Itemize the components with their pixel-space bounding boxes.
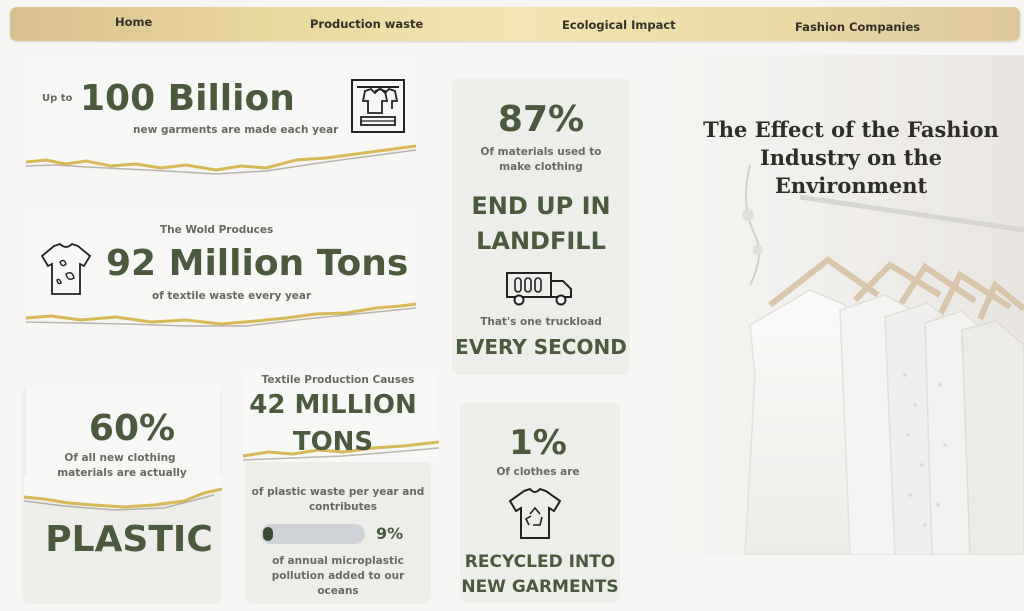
truck-caption: That's one truckload bbox=[480, 316, 602, 328]
nav-home[interactable]: Home bbox=[115, 15, 152, 29]
microplastic-caption-2: pollution added to our bbox=[271, 570, 405, 582]
plastic-waste-caption-1: of plastic waste per year and bbox=[251, 486, 425, 498]
nav-fashion-companies[interactable]: Fashion Companies bbox=[795, 20, 920, 34]
landfill-headline-1: END UP IN bbox=[471, 192, 611, 220]
microplastic-percent: 9% bbox=[376, 524, 404, 543]
nav-production-waste[interactable]: Production waste bbox=[310, 17, 423, 31]
plastic-headline: PLASTIC bbox=[45, 519, 213, 560]
plastic-waste-caption-2: contributes bbox=[308, 501, 378, 513]
torn-edge-divider bbox=[24, 475, 222, 511]
recycled-caption: Of clothes are bbox=[496, 466, 580, 478]
plastic-caption-2: materials are actually bbox=[57, 467, 187, 479]
torn-edge-divider bbox=[26, 144, 416, 182]
textile-caption: of textile waste every year bbox=[152, 290, 312, 302]
page-title: The Effect of the Fashion Industry on th… bbox=[685, 116, 1017, 200]
plastic-waste-value-1: 42 MILLION bbox=[249, 390, 417, 420]
stained-shirt-icon bbox=[40, 242, 92, 295]
plastic-waste-intro: Textile Production Causes bbox=[261, 374, 415, 386]
landfill-caption-2: make clothing bbox=[499, 161, 583, 173]
garbage-truck-icon bbox=[506, 272, 572, 306]
page-title-line-3: Environment bbox=[774, 173, 928, 198]
nav-ecological-impact[interactable]: Ecological Impact bbox=[562, 18, 676, 32]
recycled-headline-1: RECYCLED INTO bbox=[464, 552, 616, 572]
plastic-percent: 60% bbox=[88, 408, 176, 449]
recycled-headline-2: NEW GARMENTS bbox=[461, 577, 619, 597]
plastic-caption-1: Of all new clothing bbox=[64, 452, 176, 464]
page-title-line-1: The Effect of the Fashion bbox=[703, 117, 999, 142]
truck-headline: EVERY SECOND bbox=[455, 335, 627, 359]
plastic-waste-value-2: TONS bbox=[292, 427, 374, 457]
garments-caption: new garments are made each year bbox=[133, 124, 339, 136]
garments-value: 100 Billion bbox=[80, 78, 295, 119]
textile-value: 92 Million Tons bbox=[106, 243, 409, 284]
landfill-percent: 87% bbox=[497, 99, 585, 140]
recycle-shirt-icon bbox=[508, 487, 562, 539]
recycled-percent: 1% bbox=[509, 423, 567, 463]
landfill-caption-1: Of materials used to bbox=[480, 146, 602, 158]
microplastic-progress-bar bbox=[261, 524, 365, 544]
textile-intro: The Wold Produces bbox=[160, 224, 274, 236]
microplastic-caption-3: oceans bbox=[317, 585, 359, 597]
microplastic-progress-fill bbox=[263, 527, 273, 541]
landfill-headline-2: LANDFILL bbox=[476, 227, 606, 255]
clothes-rack-icon bbox=[351, 79, 405, 133]
garments-prefix: Up to bbox=[42, 93, 73, 104]
page-title-line-2: Industry on the bbox=[759, 145, 943, 170]
microplastic-caption-1: of annual microplastic bbox=[272, 555, 404, 567]
